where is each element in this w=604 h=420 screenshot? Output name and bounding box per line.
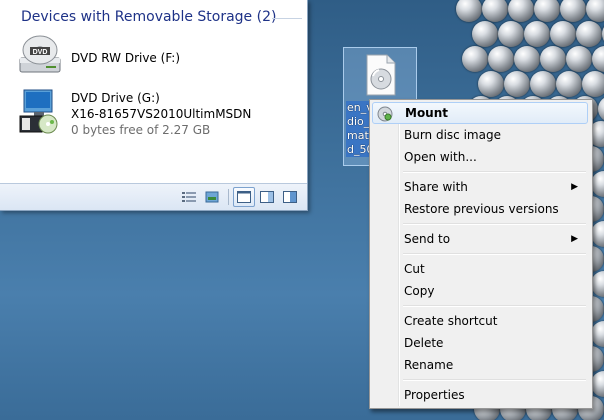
menu-item-cut[interactable]: Cut xyxy=(372,258,588,280)
details-view-icon[interactable] xyxy=(178,187,200,207)
menu-item-label: Send to xyxy=(404,232,451,246)
facade-sphere xyxy=(508,0,534,22)
facade-sphere xyxy=(582,71,604,97)
menu-item-burn-disc-image[interactable]: Burn disc image xyxy=(372,124,588,146)
menu-item-rename[interactable]: Rename xyxy=(372,354,588,376)
menu-item-label: Create shortcut xyxy=(404,314,498,328)
mount-disc-icon xyxy=(377,106,393,122)
group-header-divider xyxy=(272,18,302,19)
statusbar-separator xyxy=(228,189,229,205)
dvd-setup-icon xyxy=(19,89,58,134)
facade-sphere xyxy=(550,21,576,47)
menu-item-create-shortcut[interactable]: Create shortcut xyxy=(372,310,588,332)
menu-item-label: Properties xyxy=(404,388,465,402)
facade-sphere xyxy=(462,46,488,72)
svg-text:DVD: DVD xyxy=(33,49,48,56)
submenu-arrow-icon: ▶ xyxy=(571,234,578,244)
menu-item-send-to[interactable]: Send to ▶ xyxy=(372,228,588,250)
group-header-removable-storage[interactable]: Devices with Removable Storage (2) xyxy=(21,9,276,25)
submenu-arrow-icon: ▶ xyxy=(571,182,578,192)
drive-free-space: 0 bytes free of 2.27 GB xyxy=(71,123,211,137)
facade-sphere xyxy=(504,71,530,97)
menu-separator xyxy=(403,379,586,381)
explorer-window: Devices with Removable Storage (2) DVD D… xyxy=(0,0,308,211)
facade-sphere xyxy=(566,46,592,72)
facade-sphere xyxy=(530,71,556,97)
drive-volume-label: X16-81657VS2010UltimMSDN xyxy=(71,107,252,121)
drive-name: DVD Drive (G:) xyxy=(71,91,160,105)
drive-name: DVD RW Drive (F:) xyxy=(71,51,181,65)
menu-item-label: Delete xyxy=(404,336,444,350)
facade-sphere xyxy=(514,46,540,72)
menu-item-share-with[interactable]: Share with ▶ xyxy=(372,176,588,198)
menu-item-mount[interactable]: Mount xyxy=(372,102,588,124)
menu-item-label: Rename xyxy=(404,358,454,372)
facade-sphere xyxy=(576,21,602,47)
facade-sphere xyxy=(472,21,498,47)
preview-pane-off-icon[interactable] xyxy=(233,187,255,207)
dvd-rw-drive-icon: DVD xyxy=(19,35,61,73)
preview-pane-icon[interactable] xyxy=(279,187,301,207)
menu-item-delete[interactable]: Delete xyxy=(372,332,588,354)
facade-sphere xyxy=(482,0,508,22)
menu-separator xyxy=(403,223,586,225)
menu-item-label: Burn disc image xyxy=(404,128,501,142)
facade-sphere xyxy=(598,96,604,122)
facade-sphere xyxy=(534,0,560,22)
explorer-content: Devices with Removable Storage (2) DVD D… xyxy=(0,0,307,184)
menu-item-properties[interactable]: Properties xyxy=(372,384,588,406)
menu-separator xyxy=(403,253,586,255)
explorer-statusbar xyxy=(0,183,307,210)
context-menu: Mount Burn disc image Open with... Share… xyxy=(369,99,593,409)
menu-item-open-with[interactable]: Open with... xyxy=(372,146,588,168)
facade-sphere xyxy=(586,0,604,22)
facade-sphere xyxy=(592,46,604,72)
menu-item-restore-previous-versions[interactable]: Restore previous versions xyxy=(372,198,588,220)
menu-item-label: Cut xyxy=(404,262,425,276)
facade-sphere xyxy=(498,21,524,47)
facade-sphere xyxy=(524,21,550,47)
menu-separator xyxy=(403,305,586,307)
facade-sphere xyxy=(540,46,566,72)
facade-sphere xyxy=(456,0,482,22)
menu-item-copy[interactable]: Copy xyxy=(372,280,588,302)
disc-image-file-icon xyxy=(366,54,396,96)
menu-item-label: Restore previous versions xyxy=(404,202,559,216)
details-pane-icon[interactable] xyxy=(256,187,278,207)
facade-sphere xyxy=(560,0,586,22)
menu-item-label: Open with... xyxy=(404,150,477,164)
menu-separator xyxy=(403,171,586,173)
large-icons-view-icon[interactable] xyxy=(201,187,223,207)
menu-item-label: Share with xyxy=(404,180,468,194)
facade-sphere xyxy=(556,71,582,97)
menu-item-label: Copy xyxy=(404,284,435,298)
facade-sphere xyxy=(478,71,504,97)
menu-item-label: Mount xyxy=(405,106,449,120)
facade-sphere xyxy=(488,46,514,72)
